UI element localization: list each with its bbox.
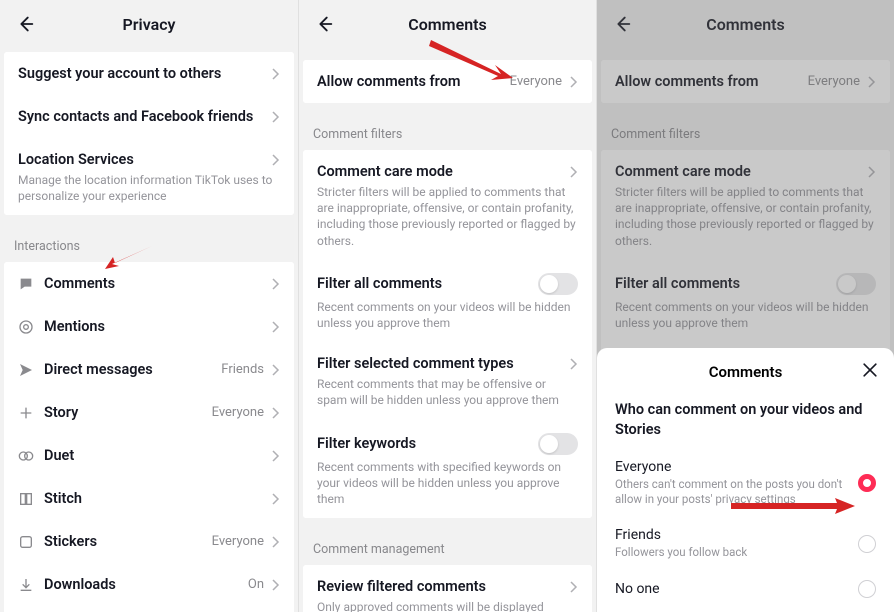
following-row[interactable]: Following list Everyone [4, 606, 294, 612]
chevron-right-icon [270, 67, 280, 81]
comments-panel-sheet: Comments Allow comments from Everyone Co… [596, 0, 894, 612]
option-noone[interactable]: No one [597, 570, 894, 608]
story-row[interactable]: Story Everyone [4, 391, 294, 434]
chevron-right-icon [270, 277, 280, 291]
header: Privacy [0, 0, 298, 48]
option-everyone[interactable]: Everyone Others can't comment on the pos… [597, 449, 894, 517]
filter-kw-toggle[interactable] [538, 433, 578, 455]
chevron-right-icon [270, 363, 280, 377]
sheet-title: Comments [709, 363, 783, 381]
chevron-right-icon [866, 165, 876, 179]
chevron-right-icon [270, 449, 280, 463]
chevron-right-icon [270, 110, 280, 124]
radio-noone[interactable] [858, 580, 876, 598]
filter-selected-row[interactable]: Filter selected comment types Recent com… [303, 342, 592, 419]
speech-icon [18, 276, 44, 292]
allow-comments-row[interactable]: Allow comments from Everyone [303, 60, 592, 103]
close-icon [860, 360, 880, 380]
radio-friends[interactable] [858, 535, 876, 553]
chevron-right-icon [270, 153, 280, 167]
chevron-right-icon [270, 492, 280, 506]
chevron-right-icon [866, 75, 876, 89]
care-mode-row[interactable]: Comment care mode Stricter filters will … [303, 150, 592, 260]
radio-everyone[interactable] [858, 474, 876, 492]
back-button[interactable] [14, 13, 36, 35]
arrow-left-icon [14, 13, 36, 35]
suggest-row[interactable]: Suggest your account to others [4, 52, 294, 95]
downloads-row[interactable]: Downloads On [4, 563, 294, 606]
sticker-icon [18, 534, 44, 550]
chevron-right-icon [270, 406, 280, 420]
back-button[interactable] [611, 13, 633, 35]
plus-icon [18, 405, 44, 421]
arrow-left-icon [611, 13, 633, 35]
privacy-panel: Privacy Suggest your account to others S… [0, 0, 298, 612]
stitch-row[interactable]: Stitch [4, 477, 294, 520]
chevron-right-icon [568, 580, 578, 594]
page-title: Comments [597, 15, 894, 34]
allow-comments-row[interactable]: Allow comments from Everyone [601, 60, 890, 103]
header: Comments [597, 0, 894, 48]
interactions-list: Comments Mentions Direct messages Friend… [4, 262, 294, 612]
stitch-icon [18, 491, 44, 507]
filter-keywords-row[interactable]: Filter keywords Recent comments with spe… [303, 420, 592, 519]
header: Comments [299, 0, 596, 48]
bottom-sheet: Comments Who can comment on your videos … [597, 348, 894, 612]
close-button[interactable] [860, 360, 880, 380]
comments-row[interactable]: Comments [4, 262, 294, 305]
download-icon [18, 577, 44, 593]
review-row[interactable]: Review filtered comments Only approved c… [303, 565, 592, 612]
care-mode-row[interactable]: Comment care mode Stricter filters will … [601, 150, 890, 260]
chevron-right-icon [568, 165, 578, 179]
filter-all-toggle[interactable] [836, 273, 876, 295]
chevron-right-icon [568, 357, 578, 371]
chevron-right-icon [270, 320, 280, 334]
filter-all-row[interactable]: Filter all comments Recent comments on y… [601, 260, 890, 342]
dm-row[interactable]: Direct messages Friends [4, 348, 294, 391]
mgmt-header: Comment management [299, 528, 596, 565]
filter-all-row[interactable]: Filter all comments Recent comments on y… [303, 260, 592, 342]
page-title: Comments [299, 15, 596, 34]
comments-panel: Comments Allow comments from Everyone Co… [298, 0, 596, 612]
page-title: Privacy [0, 15, 298, 34]
mentions-row[interactable]: Mentions [4, 305, 294, 348]
location-row[interactable]: Location Services Manage the location in… [4, 138, 294, 215]
interactions-header: Interactions [0, 225, 298, 262]
sheet-question: Who can comment on your videos and Stori… [597, 396, 894, 449]
duet-icon [18, 448, 44, 464]
sheet-header: Comments [597, 348, 894, 396]
filters-header: Comment filters [299, 113, 596, 150]
filter-all-toggle[interactable] [538, 273, 578, 295]
arrow-left-icon [313, 13, 335, 35]
option-friends[interactable]: Friends Followers you follow back [597, 517, 894, 570]
duet-row[interactable]: Duet [4, 434, 294, 477]
at-icon [18, 319, 44, 335]
stickers-row[interactable]: Stickers Everyone [4, 520, 294, 563]
back-button[interactable] [313, 13, 335, 35]
chevron-right-icon [270, 578, 280, 592]
sync-row[interactable]: Sync contacts and Facebook friends [4, 95, 294, 138]
chevron-right-icon [270, 535, 280, 549]
send-icon [18, 362, 44, 378]
filters-header: Comment filters [597, 113, 894, 150]
chevron-right-icon [568, 75, 578, 89]
